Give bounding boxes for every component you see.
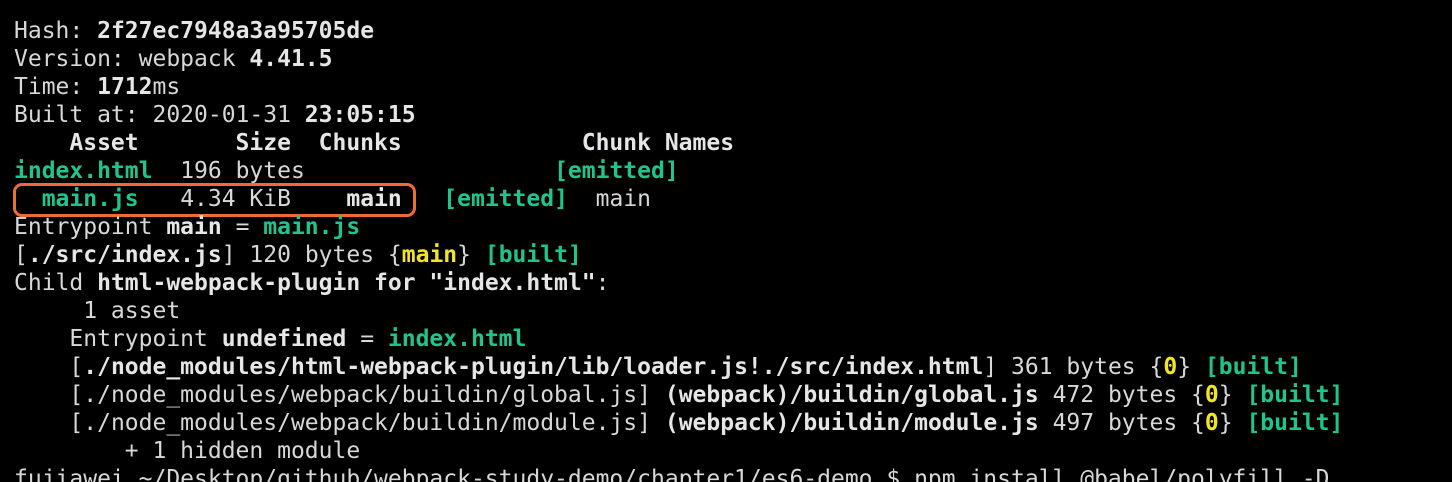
asset-size: 196 bytes — [180, 158, 305, 184]
shell-prompt-line[interactable]: fujiawei ~/Desktop/github/webpack-study-… — [14, 465, 1329, 482]
module-chunk: 0 — [1204, 382, 1219, 408]
hash-line: Hash: 2f27ec7948a3a95705de — [14, 17, 374, 45]
child-module-line: [./node_modules/webpack/buildin/module.j… — [14, 410, 1344, 436]
entrypoint-line: Entrypoint main = main.js — [14, 214, 361, 240]
time-label: Time: — [14, 74, 98, 100]
child-entrypoint-line: Entrypoint undefined = index.html — [14, 326, 527, 352]
built-label: Built at: 2020-01-31 — [14, 102, 305, 128]
built-at-line: Built at: 2020-01-31 23:05:15 — [14, 101, 416, 129]
hidden-module-line: + 1 hidden module — [14, 438, 361, 464]
module-status: [built] — [484, 242, 582, 268]
version-line: Version: webpack 4.41.5 — [14, 45, 333, 73]
child-module-line: [./node_modules/html-webpack-plugin/lib/… — [14, 354, 1302, 380]
module-path: ./src/index.js — [27, 242, 222, 268]
module-path: ./node_modules/html-webpack-plugin/lib/l… — [83, 354, 984, 380]
child-module-line: [./node_modules/webpack/buildin/global.j… — [14, 382, 1344, 408]
module-line-index: [./src/index.js] 120 bytes {main} [built… — [14, 242, 582, 268]
terminal-window[interactable]: Hash: 2f27ec7948a3a95705de Version: webp… — [0, 0, 1452, 482]
child-line: Child html-webpack-plugin for "index.htm… — [14, 270, 610, 296]
entrypoint-name: main — [166, 214, 222, 240]
module-status: [built] — [1204, 354, 1302, 380]
module-chunk: 0 — [1163, 354, 1178, 380]
highlight-annotation-box — [13, 183, 416, 217]
asset-table-header: Asset Size Chunks Chunk Names — [14, 130, 735, 156]
module-alias: (webpack)/buildin/module.js — [664, 410, 1039, 436]
module-chunk: main — [401, 242, 458, 268]
built-time: 23:05:15 — [304, 102, 416, 128]
entrypoint-file: main.js — [263, 214, 361, 240]
module-chunk: 0 — [1204, 410, 1219, 436]
module-alias: (webpack)/buildin/global.js — [664, 382, 1039, 408]
module-path: ./node_modules/webpack/buildin/module.js — [83, 410, 638, 436]
asset-row-index-html: index.html 196 bytes [emitted] — [14, 157, 679, 185]
child-asset-count: 1 asset — [14, 298, 181, 324]
child-entry-file: index.html — [387, 326, 527, 352]
child-entry-name: undefined — [221, 326, 347, 352]
asset-chunk-names: main — [595, 186, 652, 212]
version-label: Version: webpack — [14, 46, 250, 72]
time-value: 1712 — [97, 74, 153, 100]
time-line: Time: 1712ms — [14, 73, 180, 101]
time-unit: ms — [152, 74, 181, 100]
version-value: 4.41.5 — [249, 46, 333, 72]
hash-value: 2f27ec7948a3a95705de — [97, 18, 375, 44]
hash-label: Hash: — [14, 18, 98, 44]
module-status: [built] — [1246, 410, 1344, 436]
asset-name: index.html — [14, 158, 153, 184]
module-path: ./node_modules/webpack/buildin/global.js — [83, 382, 638, 408]
asset-status: [emitted] — [554, 158, 679, 184]
child-name: html-webpack-plugin for "index.html" — [97, 270, 596, 296]
asset-status: [emitted] — [443, 186, 568, 212]
module-status: [built] — [1246, 382, 1344, 408]
